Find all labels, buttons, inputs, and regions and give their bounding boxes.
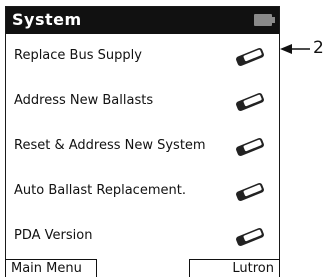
menu-item-label: PDA Version xyxy=(14,228,93,243)
system-menu: Replace Bus Supply Address New Ballasts … xyxy=(6,34,279,259)
callout-number: 2 xyxy=(313,38,324,58)
battery-icon xyxy=(254,14,275,26)
menu-item-label: Replace Bus Supply xyxy=(14,48,142,63)
callout-arrow-icon xyxy=(280,44,310,54)
button-key-icon[interactable] xyxy=(232,47,268,67)
menu-item-address-new-ballasts[interactable]: Address New Ballasts xyxy=(6,79,279,124)
menu-item-replace-bus-supply[interactable]: Replace Bus Supply xyxy=(6,34,279,79)
menu-item-auto-ballast-replacement[interactable]: Auto Ballast Replacement. xyxy=(6,169,279,214)
button-key-icon[interactable] xyxy=(232,92,268,112)
menu-item-reset-address-new-system[interactable]: Reset & Address New System xyxy=(6,124,279,169)
main-menu-softkey[interactable]: Main Menu xyxy=(5,259,97,277)
softkey-bar: Main Menu Lutron xyxy=(5,259,280,277)
screen-title: System xyxy=(12,10,82,29)
button-key-icon[interactable] xyxy=(232,137,268,157)
lutron-softkey[interactable]: Lutron xyxy=(189,259,280,277)
button-key-icon[interactable] xyxy=(232,182,268,202)
button-key-icon[interactable] xyxy=(232,227,268,247)
menu-item-pda-version[interactable]: PDA Version xyxy=(6,214,279,259)
menu-item-label: Auto Ballast Replacement. xyxy=(14,183,186,198)
device-screen: System Replace Bus Supply Address New Ba… xyxy=(5,6,280,277)
menu-item-label: Reset & Address New System xyxy=(14,138,206,153)
title-bar: System xyxy=(6,7,279,34)
menu-item-label: Address New Ballasts xyxy=(14,93,154,108)
